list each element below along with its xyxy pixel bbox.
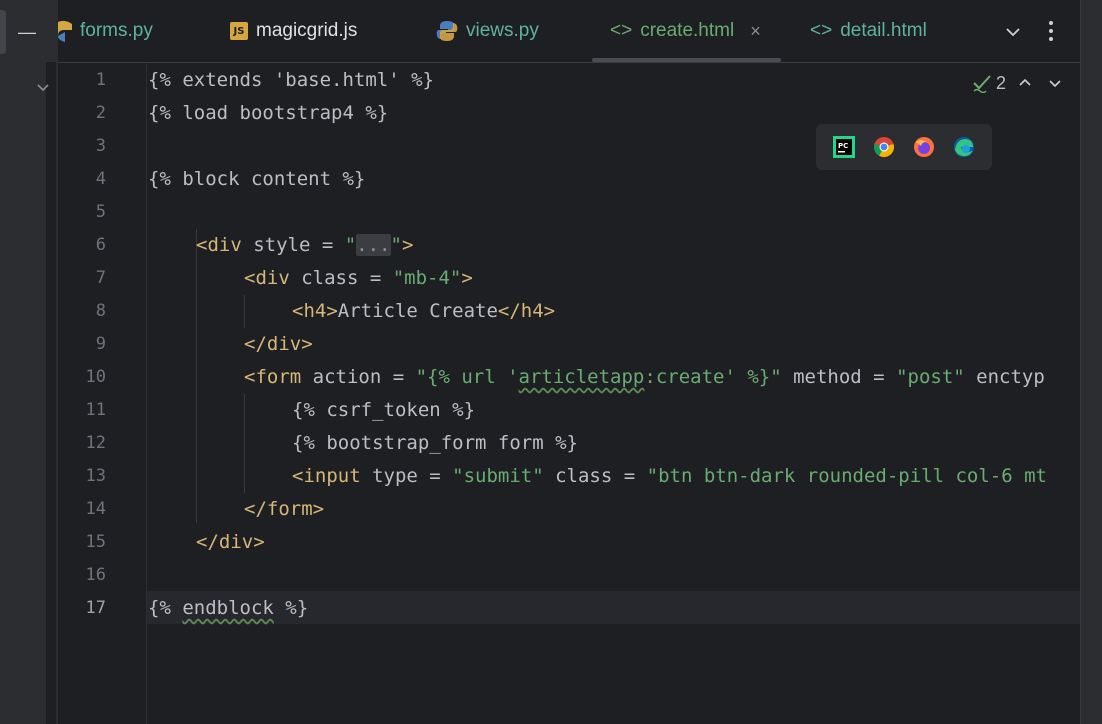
line-number: 13 [85, 466, 106, 486]
html-tag-icon: <> [810, 20, 833, 41]
indent-guide [244, 394, 245, 493]
chevron-up-icon[interactable] [1016, 74, 1034, 92]
chrome-icon[interactable] [872, 135, 896, 159]
right-tool-strip [1080, 0, 1102, 724]
check-icon [973, 75, 991, 93]
code-line-12: {% bootstrap_form form %} [292, 432, 578, 454]
tab-label: detail.html [840, 20, 927, 41]
line-number: 7 [95, 268, 106, 288]
html-tag-icon: <> [610, 20, 633, 41]
tab-forms-py[interactable]: forms.py [58, 0, 153, 62]
line-number: 10 [85, 367, 106, 387]
inspection-widget[interactable]: 2 [972, 70, 1064, 96]
chevron-down-icon[interactable] [1002, 21, 1024, 43]
gutter-divider [46, 62, 56, 724]
line-number: 8 [95, 301, 106, 321]
line-number: 6 [95, 235, 106, 255]
python-icon [58, 20, 72, 42]
line-number: 16 [85, 565, 106, 585]
code-line-14: </form> [244, 498, 325, 520]
tab-detail-html[interactable]: <> detail.html [810, 0, 927, 62]
line-number: 14 [85, 499, 106, 519]
js-icon: JS [230, 22, 248, 40]
pycharm-icon[interactable]: PC [832, 135, 856, 159]
minimize-icon[interactable]: — [18, 22, 36, 42]
code-line-6: <div style = "..."> [196, 234, 414, 256]
code-line-17: {% endblock %} [148, 597, 309, 619]
code-line-9: </div> [244, 333, 313, 355]
chevron-down-icon[interactable] [1046, 74, 1064, 92]
more-vertical-icon[interactable] [1044, 18, 1058, 44]
edge-icon[interactable] [952, 135, 976, 159]
chevron-down-icon[interactable] [34, 78, 52, 96]
indent-guide [244, 295, 245, 328]
line-number: 9 [95, 334, 106, 354]
code-line-8: <h4>Article Create</h4> [292, 300, 556, 322]
line-number: 3 [95, 136, 106, 156]
selected-tool-indicator [0, 10, 6, 54]
line-number: 5 [95, 202, 106, 222]
tab-create-html[interactable]: <> create.html × [592, 0, 781, 62]
tab-label: forms.py [80, 20, 153, 41]
line-number: 2 [95, 103, 106, 123]
tab-magicgrid-js[interactable]: JS magicgrid.js [230, 0, 357, 62]
code-line-4: {% block content %} [148, 168, 366, 190]
indent-guide [196, 229, 197, 523]
pycharm-badge-text: PC [838, 142, 848, 150]
line-number-current: 17 [85, 598, 106, 618]
code-line-11: {% csrf_token %} [292, 399, 476, 421]
line-number-gutter: 1 2 3 4 5 6 7 8 9 10 11 12 13 14 15 16 1… [58, 63, 147, 724]
line-number: 11 [85, 400, 106, 420]
active-tab-indicator [592, 58, 781, 62]
tab-label: magicgrid.js [256, 20, 358, 41]
code-line-10: <form action = "{% url 'articletapp:crea… [244, 366, 1045, 388]
left-tool-strip: — [0, 0, 59, 724]
open-in-browser-popup: PC [816, 124, 992, 170]
code-line-1: {% extends 'base.html' %} [148, 69, 434, 91]
code-line-7: <div class = "mb-4"> [244, 267, 473, 289]
line-number: 12 [85, 433, 106, 453]
line-number: 15 [85, 532, 106, 552]
folded-region[interactable]: ... [356, 234, 391, 256]
line-number: 4 [95, 169, 106, 189]
tab-views-py[interactable]: views.py [436, 0, 539, 62]
tab-label: views.py [466, 20, 539, 41]
code-line-15: </div> [196, 531, 265, 553]
firefox-icon[interactable] [912, 135, 936, 159]
editor-tab-bar: forms.py JS magicgrid.js views.py <> cre… [58, 0, 1080, 63]
close-icon[interactable]: × [750, 21, 761, 42]
line-number: 1 [95, 70, 106, 90]
tab-label: create.html [640, 20, 735, 41]
code-line-13: <input type = "submit" class = "btn btn-… [292, 465, 1047, 487]
code-line-2: {% load bootstrap4 %} [148, 102, 389, 124]
python-icon [436, 20, 458, 42]
inspection-count: 2 [996, 72, 1007, 93]
js-badge: JS [230, 22, 248, 40]
